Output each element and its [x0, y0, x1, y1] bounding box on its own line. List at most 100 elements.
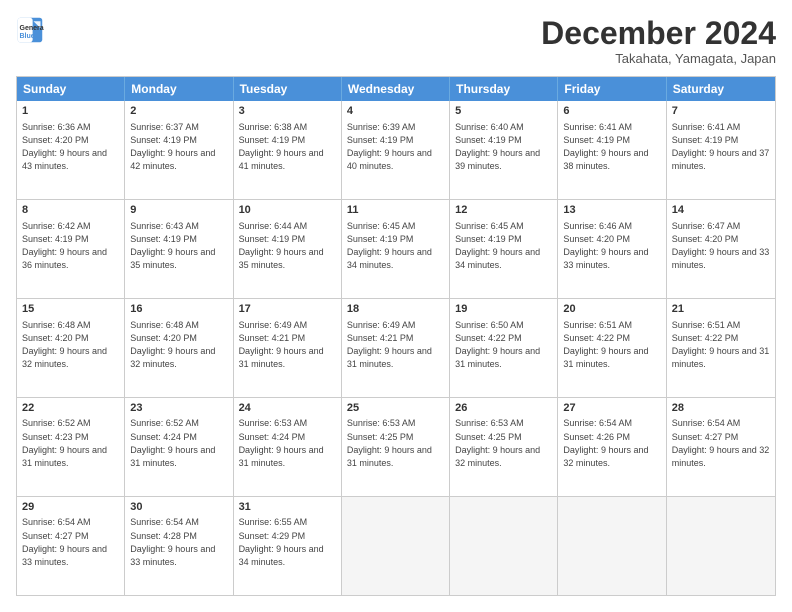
cell-2-5: 20Sunrise: 6:51 AMSunset: 4:22 PMDayligh… — [558, 299, 666, 397]
day-number: 17 — [239, 302, 336, 317]
day-number: 26 — [455, 401, 552, 416]
cell-info: Sunrise: 6:43 AMSunset: 4:19 PMDaylight:… — [130, 221, 215, 271]
day-number: 21 — [672, 302, 770, 317]
cell-2-2: 17 Sunrise: 6:49 AMSunset: 4:21 PMDayligh… — [234, 299, 342, 397]
header-monday: Monday — [125, 77, 233, 101]
cell-3-6: 28 Sunrise: 6:54 AMSunset: 4:27 PMDayligh… — [667, 398, 775, 496]
cell-info: Sunrise: 6:45 AMSunset: 4:19 PMDaylight:… — [347, 221, 432, 271]
cell-info: Sunrise: 6:52 AMSunset: 4:24 PMDaylight:… — [130, 418, 215, 468]
cell-3-4: 26 Sunrise: 6:53 AMSunset: 4:25 PMDayligh… — [450, 398, 558, 496]
cell-4-6 — [667, 497, 775, 595]
day-number: 9 — [130, 203, 227, 218]
day-number: 19 — [455, 302, 552, 317]
cell-4-4 — [450, 497, 558, 595]
day-number: 23 — [130, 401, 227, 416]
day-number: 29 — [22, 500, 119, 515]
day-number: 2 — [130, 104, 227, 119]
week-row-5: 29 Sunrise: 6:54 AMSunset: 4:27 PMDayligh… — [17, 497, 775, 595]
day-number: 10 — [239, 203, 336, 218]
cell-info: Sunrise: 6:55 AMSunset: 4:29 PMDaylight:… — [239, 517, 324, 567]
cell-info: Sunrise: 6:54 AMSunset: 4:28 PMDaylight:… — [130, 517, 215, 567]
day-number: 20 — [563, 302, 660, 317]
cell-info: Sunrise: 6:39 AMSunset: 4:19 PMDaylight:… — [347, 122, 432, 172]
header-saturday: Saturday — [667, 77, 775, 101]
day-number: 31 — [239, 500, 336, 515]
day-number: 11 — [347, 203, 444, 218]
cell-info: Sunrise: 6:54 AMSunset: 4:27 PMDaylight:… — [22, 517, 107, 567]
cell-info: Sunrise: 6:54 AMSunset: 4:26 PMDaylight:… — [563, 418, 648, 468]
cell-0-4: 5 Sunrise: 6:40 AMSunset: 4:19 PMDaylight… — [450, 101, 558, 199]
cell-info: Sunrise: 6:52 AMSunset: 4:23 PMDaylight:… — [22, 418, 107, 468]
cell-info: Sunrise: 6:51 AMSunset: 4:22 PMDaylight:… — [672, 320, 770, 370]
month-title: December 2024 — [541, 16, 776, 51]
day-number: 24 — [239, 401, 336, 416]
cell-3-2: 24 Sunrise: 6:53 AMSunset: 4:24 PMDayligh… — [234, 398, 342, 496]
svg-text:General: General — [20, 25, 45, 32]
day-number: 3 — [239, 104, 336, 119]
cell-info: Sunrise: 6:48 AMSunset: 4:20 PMDaylight:… — [22, 320, 107, 370]
cell-info: Sunrise: 6:46 AMSunset: 4:20 PMDaylight:… — [563, 221, 648, 271]
day-number: 27 — [563, 401, 660, 416]
day-number: 15 — [22, 302, 119, 317]
cell-info: Sunrise: 6:40 AMSunset: 4:19 PMDaylight:… — [455, 122, 540, 172]
header-wednesday: Wednesday — [342, 77, 450, 101]
cell-3-0: 22 Sunrise: 6:52 AMSunset: 4:23 PMDayligh… — [17, 398, 125, 496]
title-section: December 2024 Takahata, Yamagata, Japan — [541, 16, 776, 66]
day-number: 18 — [347, 302, 444, 317]
cell-info: Sunrise: 6:36 AMSunset: 4:20 PMDaylight:… — [22, 122, 107, 172]
cell-3-3: 25Sunrise: 6:53 AMSunset: 4:25 PMDayligh… — [342, 398, 450, 496]
day-number: 13 — [563, 203, 660, 218]
cell-info: Sunrise: 6:41 AMSunset: 4:19 PMDaylight:… — [563, 122, 648, 172]
week-row-1: 1 Sunrise: 6:36 AMSunset: 4:20 PMDaylight… — [17, 101, 775, 200]
header: General Blue December 2024 Takahata, Yam… — [16, 16, 776, 66]
cell-info: Sunrise: 6:42 AMSunset: 4:19 PMDaylight:… — [22, 221, 107, 271]
day-number: 12 — [455, 203, 552, 218]
day-number: 5 — [455, 104, 552, 119]
day-number: 1 — [22, 104, 119, 119]
cell-info: Sunrise: 6:41 AMSunset: 4:19 PMDaylight:… — [672, 122, 770, 172]
cell-1-3: 11 Sunrise: 6:45 AMSunset: 4:19 PMDayligh… — [342, 200, 450, 298]
calendar-header: Sunday Monday Tuesday Wednesday Thursday… — [17, 77, 775, 101]
cell-1-5: 13 Sunrise: 6:46 AMSunset: 4:20 PMDayligh… — [558, 200, 666, 298]
logo-icon: General Blue — [16, 16, 44, 44]
cell-3-1: 23 Sunrise: 6:52 AMSunset: 4:24 PMDayligh… — [125, 398, 233, 496]
header-sunday: Sunday — [17, 77, 125, 101]
day-number: 6 — [563, 104, 660, 119]
cell-info: Sunrise: 6:50 AMSunset: 4:22 PMDaylight:… — [455, 320, 540, 370]
cell-info: Sunrise: 6:45 AMSunset: 4:19 PMDaylight:… — [455, 221, 540, 271]
cell-4-3 — [342, 497, 450, 595]
cell-0-6: 7Sunrise: 6:41 AMSunset: 4:19 PMDaylight… — [667, 101, 775, 199]
cell-2-1: 16Sunrise: 6:48 AMSunset: 4:20 PMDayligh… — [125, 299, 233, 397]
day-number: 22 — [22, 401, 119, 416]
cell-0-3: 4 Sunrise: 6:39 AMSunset: 4:19 PMDaylight… — [342, 101, 450, 199]
svg-text:Blue: Blue — [20, 33, 35, 40]
day-number: 30 — [130, 500, 227, 515]
cell-2-6: 21 Sunrise: 6:51 AMSunset: 4:22 PMDayligh… — [667, 299, 775, 397]
day-number: 4 — [347, 104, 444, 119]
day-number: 14 — [672, 203, 770, 218]
cell-0-1: 2Sunrise: 6:37 AMSunset: 4:19 PMDaylight… — [125, 101, 233, 199]
header-thursday: Thursday — [450, 77, 558, 101]
cell-2-3: 18Sunrise: 6:49 AMSunset: 4:21 PMDayligh… — [342, 299, 450, 397]
cell-info: Sunrise: 6:47 AMSunset: 4:20 PMDaylight:… — [672, 221, 770, 271]
cell-info: Sunrise: 6:53 AMSunset: 4:25 PMDaylight:… — [455, 418, 540, 468]
cell-1-0: 8 Sunrise: 6:42 AMSunset: 4:19 PMDaylight… — [17, 200, 125, 298]
day-number: 28 — [672, 401, 770, 416]
cell-info: Sunrise: 6:49 AMSunset: 4:21 PMDaylight:… — [239, 320, 324, 370]
cell-4-1: 30 Sunrise: 6:54 AMSunset: 4:28 PMDayligh… — [125, 497, 233, 595]
header-friday: Friday — [558, 77, 666, 101]
cell-2-0: 15 Sunrise: 6:48 AMSunset: 4:20 PMDayligh… — [17, 299, 125, 397]
calendar-body: 1 Sunrise: 6:36 AMSunset: 4:20 PMDaylight… — [17, 101, 775, 595]
week-row-2: 8 Sunrise: 6:42 AMSunset: 4:19 PMDaylight… — [17, 200, 775, 299]
cell-info: Sunrise: 6:53 AMSunset: 4:25 PMDaylight:… — [347, 418, 432, 468]
page-container: General Blue December 2024 Takahata, Yam… — [0, 0, 792, 612]
location: Takahata, Yamagata, Japan — [541, 51, 776, 66]
cell-info: Sunrise: 6:54 AMSunset: 4:27 PMDaylight:… — [672, 418, 770, 468]
cell-1-2: 10Sunrise: 6:44 AMSunset: 4:19 PMDayligh… — [234, 200, 342, 298]
cell-3-5: 27 Sunrise: 6:54 AMSunset: 4:26 PMDayligh… — [558, 398, 666, 496]
cell-info: Sunrise: 6:48 AMSunset: 4:20 PMDaylight:… — [130, 320, 215, 370]
cell-1-6: 14 Sunrise: 6:47 AMSunset: 4:20 PMDayligh… — [667, 200, 775, 298]
cell-info: Sunrise: 6:53 AMSunset: 4:24 PMDaylight:… — [239, 418, 324, 468]
cell-1-1: 9 Sunrise: 6:43 AMSunset: 4:19 PMDaylight… — [125, 200, 233, 298]
day-number: 8 — [22, 203, 119, 218]
